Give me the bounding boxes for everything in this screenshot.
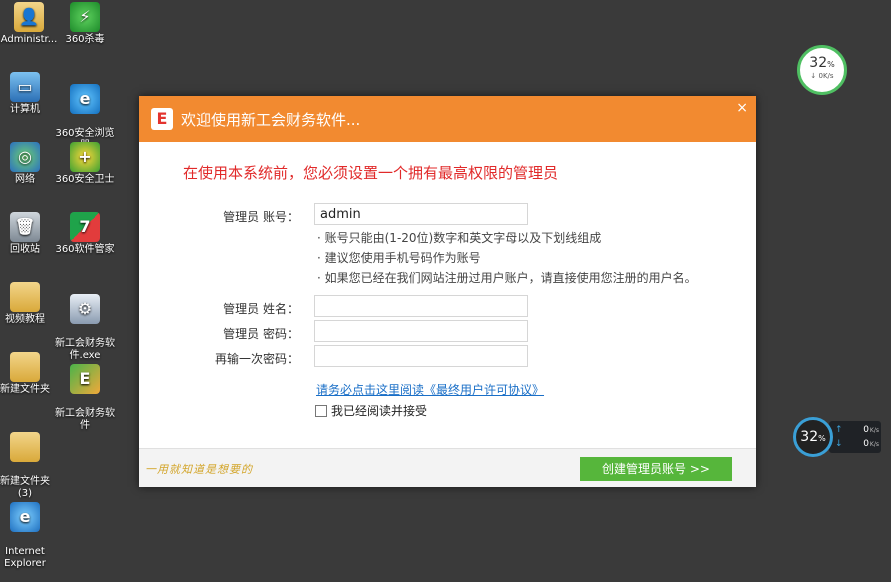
network-icon: ◎ <box>10 142 40 172</box>
name-input[interactable] <box>314 295 528 317</box>
create-admin-button[interactable]: 创建管理员账号 >> <box>580 457 732 481</box>
360-antivirus-icon: ⚡ <box>70 2 100 32</box>
memory-gauge: 32% <box>793 417 833 457</box>
user-folder-icon: 👤 <box>14 2 44 32</box>
dialog-titlebar: E 欢迎使用新工会财务软件... × <box>139 96 756 142</box>
download-arrow-icon: ↓ <box>835 439 843 449</box>
desktop-icon-label: 新工会财务软 件 <box>55 408 115 431</box>
desktop-icon-label: 新建文件夹 <box>0 384 50 395</box>
desktop-icon-recycle-bin[interactable]: 🗑 回收站 <box>0 212 56 256</box>
download-value: 0 <box>863 439 869 449</box>
desktop-icon-administrator[interactable]: 👤 Administr... <box>0 2 60 46</box>
desktop-icon-label: 计算机 <box>10 104 40 115</box>
dialog-title: 欢迎使用新工会财务软件... <box>181 111 361 129</box>
confirm-password-label: 再输一次密码： <box>214 352 299 366</box>
upload-arrow-icon: ↑ <box>835 425 843 435</box>
desktop-icon-label: 视频教程 <box>5 314 45 325</box>
speed-monitor-widget[interactable]: ↑ 0 K/s ↓ 0 K/s 32% <box>793 417 885 457</box>
desktop-icon-360-antivirus[interactable]: ⚡ 360杀毒 <box>54 2 116 46</box>
desktop-icon-label: 360安全卫士 <box>55 174 115 185</box>
hint-line: · 如果您已经在我们网站注册过用户账户，请直接使用您注册的用户名。 <box>317 271 697 285</box>
360-software-icon: 7 <box>70 212 100 242</box>
desktop-icon-label: 360软件管家 <box>55 244 115 255</box>
account-input[interactable]: admin <box>314 203 528 225</box>
gauge-percent: 32% <box>809 55 835 71</box>
ie-icon: e <box>10 502 40 532</box>
hint-line: · 账号只能由(1-20位)数字和英文字母以及下划线组成 <box>317 231 602 245</box>
upload-unit: K/s <box>869 427 879 434</box>
slogan-text: 一用就知道是想要的 <box>145 463 253 476</box>
desktop-icon-finance-app[interactable]: E 新工会财务软 件 <box>54 352 116 444</box>
360-security-icon: + <box>70 142 100 172</box>
desktop-icon-video-tutorial[interactable]: 视频教程 <box>0 282 56 326</box>
desktop-icon-360-security[interactable]: + 360安全卫士 <box>54 142 116 186</box>
installer-icon: ⚙ <box>70 294 100 324</box>
gauge-speed: ↓ 0K/s <box>810 72 834 80</box>
password-label: 管理员 密码： <box>223 327 299 341</box>
computer-icon: ▭ <box>10 72 40 102</box>
app-icon: E <box>70 364 100 394</box>
download-unit: K/s <box>869 441 879 448</box>
folder-icon <box>10 432 40 462</box>
dialog-headline: 在使用本系统前，您必须设置一个拥有最高权限的管理员 <box>183 164 559 182</box>
agree-checkbox-row[interactable]: 我已经阅读并接受 <box>315 402 427 419</box>
network-gauge-widget[interactable]: 32% ↓ 0K/s <box>797 45 847 95</box>
desktop-icon-label: 网络 <box>15 174 35 185</box>
license-link[interactable]: 请务必点击这里阅读《最终用户许可协议》 <box>316 381 544 398</box>
confirm-password-input[interactable] <box>314 345 528 367</box>
agree-label: 我已经阅读并接受 <box>331 404 428 418</box>
desktop-icon-computer[interactable]: ▭ 计算机 <box>0 72 56 116</box>
desktop-icon-360-software[interactable]: 7 360软件管家 <box>54 212 116 256</box>
setup-dialog: E 欢迎使用新工会财务软件... × 在使用本系统前，您必须设置一个拥有最高权限… <box>139 96 756 487</box>
desktop-icon-label: Internet Explorer <box>4 546 46 569</box>
desktop-icon-label: Administr... <box>0 34 58 45</box>
name-label: 管理员 姓名： <box>223 302 299 316</box>
desktop-icon-network[interactable]: ◎ 网络 <box>0 142 56 186</box>
recycle-bin-icon: 🗑 <box>10 212 40 242</box>
password-input[interactable] <box>314 320 528 342</box>
account-label: 管理员 账号： <box>223 210 299 224</box>
360-browser-icon: e <box>70 84 100 114</box>
agree-checkbox[interactable] <box>315 404 327 417</box>
desktop-icon-new-folder[interactable]: 新建文件夹 <box>0 352 56 396</box>
desktop-icon-label: 360杀毒 <box>65 34 105 45</box>
upload-value: 0 <box>863 425 869 435</box>
speed-panel: ↑ 0 K/s ↓ 0 K/s <box>829 421 881 453</box>
desktop-icon-internet-explorer[interactable]: e Internet Explorer <box>0 490 56 582</box>
desktop-icon-label: 回收站 <box>10 244 40 255</box>
dialog-footer: 一用就知道是想要的 创建管理员账号 >> <box>139 448 756 487</box>
close-icon[interactable]: × <box>736 100 748 116</box>
folder-icon <box>10 282 40 312</box>
folder-icon <box>10 352 40 382</box>
hint-line: · 建议您使用手机号码作为账号 <box>317 251 481 265</box>
app-logo-icon: E <box>151 108 173 130</box>
